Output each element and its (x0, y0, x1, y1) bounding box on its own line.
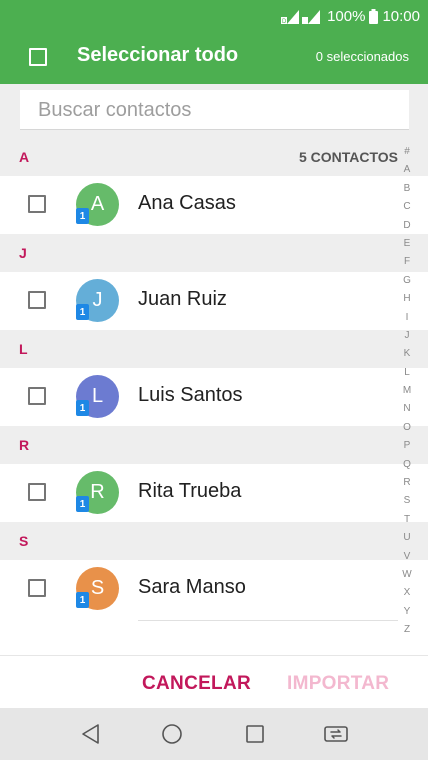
contact-row[interactable]: R 1 Rita Trueba (0, 464, 428, 522)
contact-name: Rita Trueba (138, 480, 242, 502)
index-letter[interactable]: Q (403, 456, 411, 474)
action-bar: CANCELAR IMPORTAR (0, 655, 428, 708)
contact-name: Ana Casas (138, 192, 236, 214)
index-letter[interactable]: D (403, 217, 410, 235)
home-button[interactable] (157, 719, 187, 749)
back-button[interactable] (76, 719, 106, 749)
row-divider (138, 620, 398, 621)
contact-row[interactable]: A 1 Ana Casas (0, 176, 428, 234)
app-bar: Seleccionar todo 0 seleccionados (0, 32, 428, 84)
index-letter[interactable]: O (403, 419, 411, 437)
sim-badge: 1 (76, 208, 89, 224)
dual-window-button[interactable] (321, 719, 351, 749)
index-letter[interactable]: Z (404, 621, 410, 639)
alphabet-index-scroller[interactable]: # A B C D E F G H I J K L M N O P Q R S T U V W X Y Z (400, 143, 414, 640)
contacts-import-screen: D 100% 10:00 Seleccionar todo 0 seleccio… (0, 0, 428, 760)
index-letter[interactable]: M (403, 382, 411, 400)
index-letter[interactable]: J (405, 327, 410, 345)
index-letter[interactable]: G (403, 272, 411, 290)
contact-checkbox[interactable] (28, 483, 46, 501)
contact-checkbox[interactable] (28, 387, 46, 405)
index-letter[interactable]: W (402, 566, 411, 584)
recents-button[interactable] (240, 719, 270, 749)
index-letter[interactable]: B (404, 180, 411, 198)
contact-name: Juan Ruiz (138, 288, 227, 310)
section-letter: L (19, 341, 28, 357)
search-input[interactable]: Buscar contactos (20, 90, 409, 130)
contacts-count: 5 CONTACTOS (298, 149, 398, 165)
index-letter[interactable]: A (404, 161, 411, 179)
contact-checkbox[interactable] (28, 579, 46, 597)
select-all-checkbox[interactable] (29, 48, 47, 66)
system-nav-bar (0, 708, 428, 760)
import-button[interactable]: IMPORTAR (287, 673, 389, 695)
sim-badge: 1 (76, 304, 89, 320)
contact-checkbox[interactable] (28, 195, 46, 213)
index-letter[interactable]: Y (404, 603, 411, 621)
battery-icon (369, 8, 379, 24)
contact-name: Luis Santos (138, 384, 243, 406)
select-all-label[interactable]: Seleccionar todo (77, 44, 238, 67)
section-letter: S (19, 533, 29, 549)
cancel-button[interactable]: CANCELAR (142, 673, 251, 695)
index-letter[interactable]: I (406, 309, 409, 327)
sim-badge: 1 (76, 496, 89, 512)
index-letter[interactable]: L (404, 364, 410, 382)
recents-square-icon (246, 725, 264, 743)
index-letter[interactable]: P (404, 437, 411, 455)
index-letter[interactable]: T (404, 511, 410, 529)
index-letter[interactable]: N (403, 400, 410, 418)
section-letter: J (19, 245, 27, 261)
search-container: Buscar contactos (0, 84, 428, 138)
index-letter[interactable]: R (403, 474, 410, 492)
index-letter[interactable]: H (403, 290, 410, 308)
index-letter[interactable]: X (404, 584, 411, 602)
selected-count: 0 seleccionados (315, 49, 409, 64)
dual-window-icon (324, 726, 348, 742)
section-letter: R (19, 437, 30, 453)
contact-row[interactable]: J 1 Juan Ruiz (0, 272, 428, 330)
home-circle-icon (162, 724, 182, 744)
sim-badge: 1 (76, 592, 89, 608)
index-letter[interactable]: U (403, 529, 410, 547)
section-header-j: J (0, 234, 428, 272)
contact-list[interactable]: A 5 CONTACTOS A 1 Ana Casas J J 1 Juan R… (0, 138, 428, 655)
contact-row[interactable]: S 1 Sara Manso (0, 560, 428, 621)
section-header-s: S (0, 522, 428, 560)
index-letter[interactable]: K (404, 345, 411, 363)
section-letter: A (19, 149, 30, 165)
sim-badge: 1 (76, 400, 89, 416)
index-letter[interactable]: F (404, 253, 410, 271)
index-letter[interactable]: V (404, 548, 411, 566)
contact-row[interactable]: L 1 Luis Santos (0, 368, 428, 426)
signal-icons: D (281, 8, 321, 24)
index-letter[interactable]: S (404, 492, 411, 510)
index-letter[interactable]: E (404, 235, 411, 253)
clock: 10:00 (382, 7, 420, 25)
battery-percent: 100% (327, 7, 366, 25)
status-bar: D 100% 10:00 (0, 0, 428, 32)
section-header-r: R (0, 426, 428, 464)
svg-text:D: D (282, 19, 287, 24)
back-triangle-icon (82, 724, 99, 744)
contact-name: Sara Manso (138, 576, 246, 598)
dual-sim-signal-icon: D (281, 10, 321, 24)
section-header-a: A 5 CONTACTOS (0, 138, 428, 176)
index-letter[interactable]: C (403, 198, 410, 216)
section-header-l: L (0, 330, 428, 368)
index-letter[interactable]: # (404, 143, 410, 161)
contact-checkbox[interactable] (28, 291, 46, 309)
